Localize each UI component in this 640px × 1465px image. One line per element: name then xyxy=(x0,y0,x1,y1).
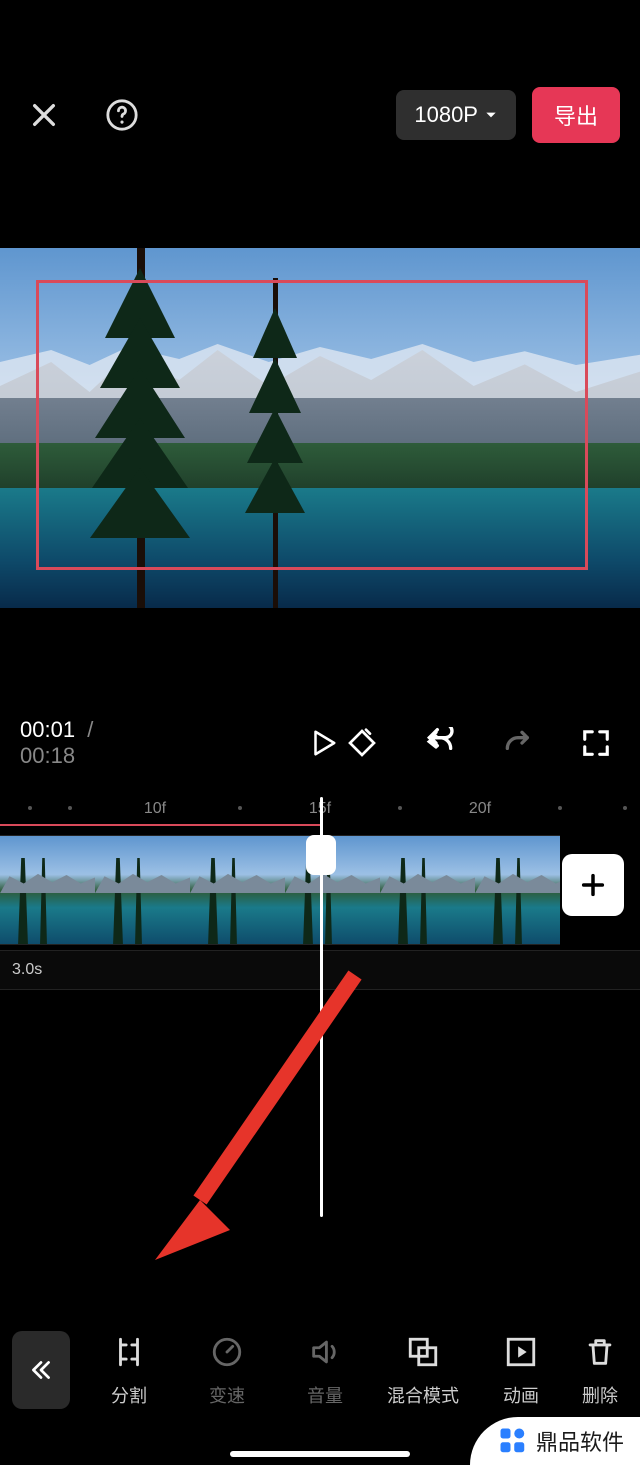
redo-icon xyxy=(502,727,534,759)
current-time: 00:01 xyxy=(20,717,75,742)
keyframe-button[interactable] xyxy=(338,719,386,767)
blend-icon xyxy=(406,1335,440,1369)
tool-blend[interactable]: 混合模式 xyxy=(374,1332,472,1408)
help-button[interactable] xyxy=(98,91,146,139)
tool-volume[interactable]: 音量 xyxy=(276,1332,374,1408)
watermark: 鼎品软件 xyxy=(470,1417,640,1465)
play-icon xyxy=(308,726,338,760)
tool-speed[interactable]: 变速 xyxy=(178,1332,276,1408)
tool-split[interactable]: 分割 xyxy=(80,1332,178,1408)
bottom-toolbar: 分割 变速 音量 混合模式 动画 删除 xyxy=(0,1315,640,1425)
tool-label: 分割 xyxy=(111,1382,147,1408)
ruler-tick: 20f xyxy=(469,800,491,818)
redo-button[interactable] xyxy=(494,719,542,767)
video-preview[interactable] xyxy=(0,248,640,608)
tool-label: 变速 xyxy=(209,1382,245,1408)
chevron-double-left-icon xyxy=(28,1357,54,1383)
tool-label: 删除 xyxy=(582,1382,618,1408)
fullscreen-button[interactable] xyxy=(572,719,620,767)
playhead[interactable] xyxy=(320,797,323,1217)
undo-button[interactable] xyxy=(416,719,464,767)
overlay-duration: 3.0s xyxy=(12,961,42,979)
plus-icon xyxy=(579,871,607,899)
add-clip-button[interactable] xyxy=(562,854,624,916)
top-bar: 1080P 导出 xyxy=(0,80,640,150)
undo-icon xyxy=(424,727,456,759)
watermark-text: 鼎品软件 xyxy=(536,1425,624,1457)
time-display: 00:01 / 00:18 xyxy=(20,717,108,769)
timeline[interactable]: 10f 15f 20f 3.0s xyxy=(0,800,640,1230)
export-button[interactable]: 导出 xyxy=(532,87,620,143)
clip-thumbnail[interactable] xyxy=(190,836,285,945)
volume-icon xyxy=(308,1335,342,1369)
tool-label: 混合模式 xyxy=(387,1382,459,1408)
close-button[interactable] xyxy=(20,91,68,139)
close-icon xyxy=(28,99,60,131)
clip-thumbnail[interactable] xyxy=(0,836,95,945)
play-button[interactable] xyxy=(308,719,338,767)
watermark-logo-icon xyxy=(498,1426,528,1456)
tool-label: 动画 xyxy=(503,1382,539,1408)
time-separator: / xyxy=(87,717,93,742)
selection-range xyxy=(0,824,322,826)
tool-delete[interactable]: 删除 xyxy=(570,1332,630,1408)
tool-animation[interactable]: 动画 xyxy=(472,1332,570,1408)
chevron-down-icon xyxy=(484,108,498,122)
duration: 00:18 xyxy=(20,743,75,768)
fullscreen-icon xyxy=(581,728,611,758)
back-button[interactable] xyxy=(12,1331,70,1409)
animation-icon xyxy=(504,1335,538,1369)
tool-label: 音量 xyxy=(307,1382,343,1408)
keyframe-icon xyxy=(346,727,378,759)
clip-thumbnail[interactable] xyxy=(475,836,560,945)
clip-thumbnail[interactable] xyxy=(95,836,190,945)
help-icon xyxy=(105,98,139,132)
speed-icon xyxy=(210,1335,244,1369)
resolution-selector[interactable]: 1080P xyxy=(396,90,516,140)
clip-thumbnail[interactable] xyxy=(380,836,475,945)
export-label: 导出 xyxy=(554,104,598,129)
ruler-tick: 10f xyxy=(144,800,166,818)
home-indicator xyxy=(230,1451,410,1457)
resolution-label: 1080P xyxy=(414,102,478,128)
video-track[interactable] xyxy=(0,835,560,945)
delete-icon xyxy=(583,1335,617,1369)
split-icon xyxy=(112,1335,146,1369)
playback-controls: 00:01 / 00:18 xyxy=(0,718,640,768)
